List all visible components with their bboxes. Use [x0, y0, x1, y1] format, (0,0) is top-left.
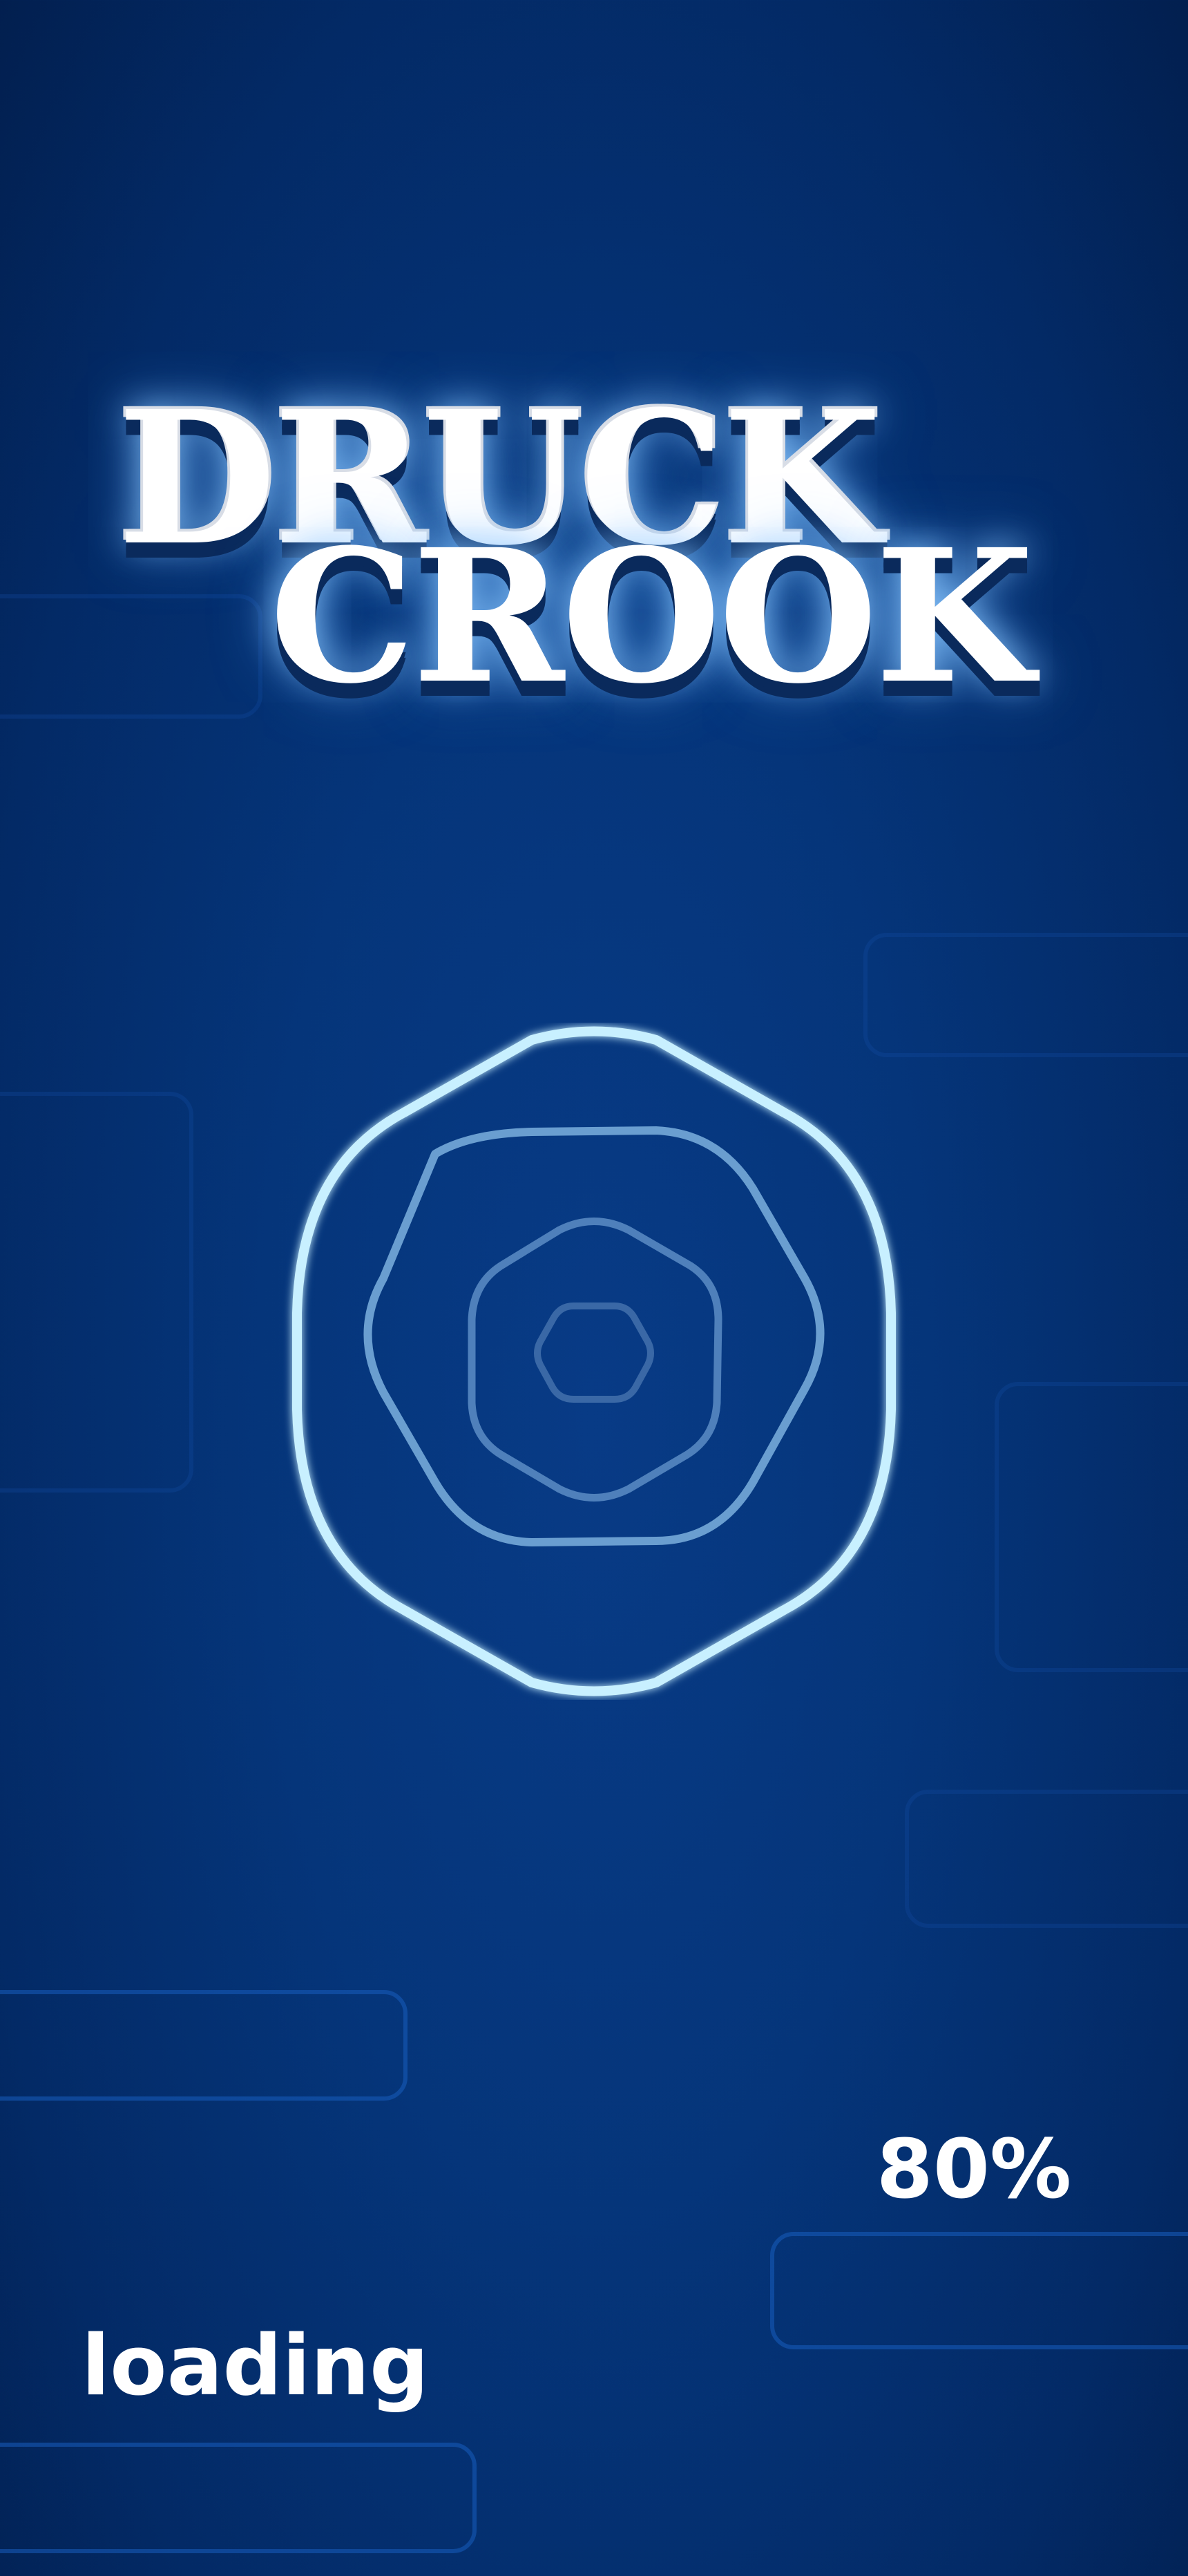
bg-tile-left-top — [0, 594, 262, 719]
bg-tile-left-mid — [0, 1092, 193, 1493]
loading-percent: 80% — [876, 2121, 1072, 2217]
spinner-ring-2 — [363, 1126, 825, 1546]
bg-tile-left-footer — [0, 2443, 477, 2553]
bg-tile-right-low — [905, 1790, 1188, 1928]
spinner-ring-4 — [534, 1303, 654, 1403]
loading-label: loading — [82, 2318, 429, 2414]
game-title-line2: CROOK — [269, 509, 1034, 724]
spinner-ring-3 — [468, 1218, 722, 1502]
bg-tile-left-bottom — [0, 1990, 408, 2101]
bg-tile-right-mid — [995, 1382, 1188, 1672]
bg-tile-right-bottom — [770, 2232, 1188, 2349]
loading-spinner-icon — [292, 1026, 896, 1696]
